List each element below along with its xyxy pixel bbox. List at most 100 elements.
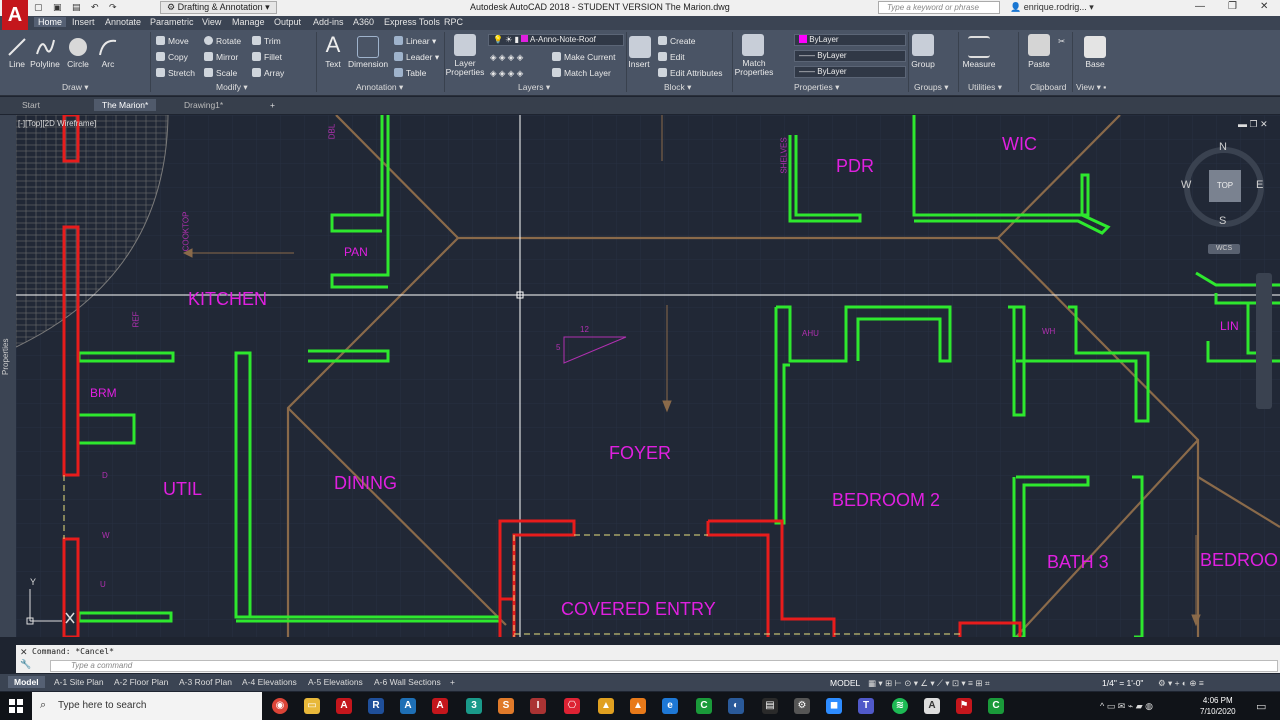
mirror-button[interactable]: Mirror — [204, 52, 238, 62]
viewcube-west[interactable]: W — [1181, 179, 1191, 191]
tab-annotate[interactable]: Annotate — [105, 17, 141, 27]
tab-a360[interactable]: A360 — [353, 17, 374, 27]
polyline-tool-icon[interactable] — [34, 36, 56, 58]
app-a-icon[interactable]: A — [400, 698, 416, 714]
layers-panel-title[interactable]: Layers ▾ — [518, 82, 550, 93]
tab-parametric[interactable]: Parametric — [150, 17, 194, 27]
stretch-button[interactable]: Stretch — [156, 68, 195, 78]
chrome-icon[interactable]: ◉ — [272, 698, 288, 714]
camtasia-recorder-icon[interactable]: C — [988, 698, 1004, 714]
layout-tab-model[interactable]: Model — [8, 676, 45, 688]
tab-output[interactable]: Output — [274, 17, 301, 27]
app-s-icon[interactable]: S — [498, 698, 514, 714]
scale-button[interactable]: Scale — [204, 68, 237, 78]
line-button[interactable]: Line — [4, 59, 30, 69]
layout-tab-a4[interactable]: A-4 Elevations — [236, 676, 303, 688]
autocad-logo-icon[interactable]: A — [2, 0, 28, 30]
restore-icon[interactable]: ❐ — [1228, 1, 1237, 12]
quick-access-toolbar[interactable]: ▢ ▣ ▤ ↶ ↷ — [34, 2, 121, 13]
color-dropdown[interactable]: ByLayer — [794, 34, 906, 46]
text-tool-icon[interactable]: A — [322, 34, 344, 56]
dimension-button[interactable]: Dimension — [348, 59, 388, 69]
viewcube-south[interactable]: S — [1219, 215, 1226, 227]
spotify-icon[interactable]: ≋ — [892, 698, 908, 714]
linear-button[interactable]: Linear ▾ — [394, 36, 436, 47]
vlc-icon[interactable]: ▲ — [630, 698, 646, 714]
app-blue-icon[interactable]: ◐ — [728, 698, 744, 714]
app-a-white-icon[interactable]: A — [924, 698, 940, 714]
view-panel-title[interactable]: View ▾ ▪ — [1076, 82, 1106, 93]
arc-button[interactable]: Arc — [96, 59, 120, 69]
arc-tool-icon[interactable] — [97, 36, 119, 58]
autocad-taskbar-icon[interactable]: A — [336, 698, 352, 714]
measure-icon[interactable] — [968, 36, 990, 58]
edge-icon[interactable]: e — [662, 698, 678, 714]
zoom-icon[interactable]: ◼ — [826, 698, 842, 714]
lineweight-dropdown[interactable]: —— ByLayer — [794, 66, 906, 78]
new-tab-icon[interactable]: + — [262, 99, 283, 111]
tab-add-ins[interactable]: Add-ins — [313, 17, 344, 27]
text-button[interactable]: Text — [320, 59, 346, 69]
app-warning-icon[interactable]: ▲ — [598, 698, 614, 714]
notifications-icon[interactable]: ▭ — [1256, 700, 1266, 713]
tab-express-tools[interactable]: Express Tools — [384, 17, 440, 27]
status-settings[interactable]: ⚙ ▾ + ◐ ⊕ ≡ — [1152, 677, 1210, 690]
paste-button[interactable]: Paste — [1024, 59, 1054, 69]
layout-tab-a6[interactable]: A-6 Wall Sections — [368, 676, 447, 688]
properties-panel-title[interactable]: Properties ▾ — [794, 82, 839, 93]
tab-insert[interactable]: Insert — [72, 17, 95, 27]
viewcube-top-face[interactable]: TOP — [1209, 170, 1241, 202]
match-properties-button[interactable]: Match Properties — [734, 59, 774, 77]
layout-tab-a1[interactable]: A-1 Site Plan — [48, 676, 110, 688]
polyline-button[interactable]: Polyline — [28, 59, 62, 69]
array-button[interactable]: Array — [252, 68, 284, 78]
layer-properties-button[interactable]: Layer Properties — [444, 59, 486, 77]
layer-dropdown[interactable]: 💡 ☀ ▮ A-Anno-Note-Roof — [488, 34, 624, 46]
acrobat-icon[interactable]: ⎔ — [564, 698, 580, 714]
tab-home[interactable]: Home — [34, 17, 67, 27]
rotate-button[interactable]: Rotate — [204, 36, 241, 46]
measure-button[interactable]: Measure — [960, 59, 998, 69]
groups-panel-title[interactable]: Groups ▾ — [914, 82, 949, 93]
annotation-scale[interactable]: 1/4" = 1'-0" — [1096, 677, 1149, 689]
status-toggles[interactable]: ▦ ▾ ⊞ ⊢ ⊙ ▾ ∠ ▾ ⟋ ▾ ⊡ ▾ ≡ ⊞ ⌗ — [862, 677, 996, 690]
app-black-icon[interactable]: ▤ — [762, 698, 778, 714]
viewcube-north[interactable]: N — [1219, 141, 1227, 153]
camtasia-icon[interactable]: C — [696, 698, 712, 714]
edit-attributes-button[interactable]: Edit Attributes — [658, 68, 722, 78]
help-search-input[interactable]: Type a keyword or phrase — [878, 1, 1000, 14]
doc-tab-start[interactable]: Start — [14, 99, 48, 111]
layout-tab-a2[interactable]: A-2 Floor Plan — [108, 676, 174, 688]
app-red-icon[interactable]: ⚑ — [956, 698, 972, 714]
base-button[interactable]: Base — [1080, 59, 1110, 69]
workspace-switcher[interactable]: ⚙ Drafting & Annotation ▾ — [160, 1, 277, 14]
autocad-alt-icon[interactable]: A — [432, 698, 448, 714]
clipboard-panel-title[interactable]: Clipboard — [1030, 82, 1066, 92]
windows-start-icon[interactable] — [9, 699, 23, 713]
command-input[interactable]: Type a command — [50, 660, 1278, 672]
doc-tab-drawing1[interactable]: Drawing1* — [176, 99, 231, 111]
group-button[interactable]: Group — [908, 59, 938, 69]
wcs-menu[interactable]: WCS — [1208, 244, 1240, 254]
file-explorer-icon[interactable]: ▭ — [304, 698, 320, 714]
app-gear-icon[interactable]: ⚙ — [794, 698, 810, 714]
line-tool-icon[interactable] — [6, 36, 28, 58]
layout-tab-a3[interactable]: A-3 Roof Plan — [173, 676, 238, 688]
navigation-bar[interactable] — [1256, 273, 1272, 409]
circle-button[interactable]: Circle — [64, 59, 92, 69]
trim-button[interactable]: Trim — [252, 36, 281, 46]
block-panel-title[interactable]: Block ▾ — [664, 82, 691, 93]
linetype-dropdown[interactable]: —— ByLayer — [794, 50, 906, 62]
user-account[interactable]: 👤 enrique.rodrig... ▾ — [1010, 2, 1094, 13]
layer-tools-row-2[interactable]: ◈ ◈ ◈ ◈ — [490, 68, 523, 79]
viewport-controls[interactable]: [-][Top][2D Wireframe] — [18, 119, 96, 128]
create-block-button[interactable]: Create — [658, 36, 696, 46]
utilities-panel-title[interactable]: Utilities ▾ — [968, 82, 1002, 93]
add-layout-icon[interactable]: + — [444, 676, 461, 688]
group-icon[interactable] — [912, 34, 934, 56]
layer-properties-icon[interactable] — [454, 34, 476, 56]
teams-icon[interactable]: T — [858, 698, 874, 714]
app-3-icon[interactable]: 3 — [466, 698, 482, 714]
layer-tools-row[interactable]: ◈ ◈ ◈ ◈ — [490, 52, 523, 63]
revit-icon[interactable]: R — [368, 698, 384, 714]
